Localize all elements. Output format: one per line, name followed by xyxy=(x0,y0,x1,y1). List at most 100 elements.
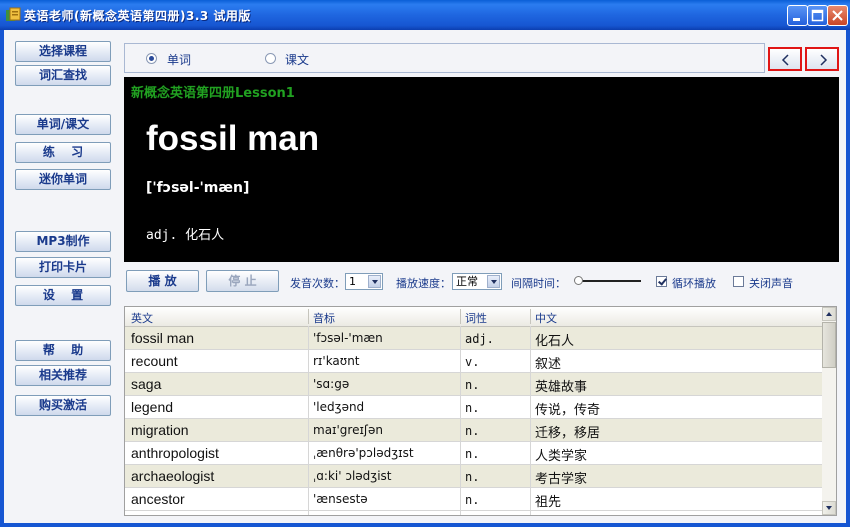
help-button[interactable]: 帮 助 xyxy=(15,340,111,361)
title-bar[interactable]: 英语老师(新概念英语第四册)3.3 试用版 xyxy=(0,0,850,30)
header-divider[interactable] xyxy=(308,309,309,324)
table-scrollbar[interactable] xyxy=(822,307,836,515)
header-chinese[interactable]: 中文 xyxy=(535,310,557,326)
row-chinese: 考古学家 xyxy=(535,472,588,487)
mute-checkbox[interactable] xyxy=(733,276,744,287)
text-mode-radio[interactable] xyxy=(265,53,276,64)
window-frame-bottom xyxy=(0,523,850,527)
select-course-button[interactable]: 选择课程 xyxy=(15,41,111,62)
header-phonetic[interactable]: 音标 xyxy=(313,310,335,326)
current-meaning: adj. 化石人 xyxy=(146,228,225,243)
mp3-make-button[interactable]: MP3制作 xyxy=(15,231,111,252)
practice-button[interactable]: 练 习 xyxy=(15,142,111,163)
loop-label[interactable]: 循环播放 xyxy=(672,275,716,291)
interval-slider-knob[interactable] xyxy=(574,276,583,285)
chevron-down-icon[interactable] xyxy=(368,275,381,288)
row-pos: n. xyxy=(465,378,480,392)
row-english: migration xyxy=(131,422,189,438)
speed-value: 正常 xyxy=(456,275,478,288)
header-english[interactable]: 英文 xyxy=(131,310,153,326)
window-title: 英语老师(新概念英语第四册)3.3 试用版 xyxy=(24,9,251,23)
header-pos[interactable]: 词性 xyxy=(465,310,487,326)
arrow-up-icon xyxy=(826,312,832,316)
repeat-count-label: 发音次数： xyxy=(290,277,345,290)
word-text-button[interactable]: 单词/课文 xyxy=(15,114,111,135)
close-button[interactable] xyxy=(827,5,848,26)
mute-label[interactable]: 关闭声音 xyxy=(749,275,793,291)
row-english: anthropologist xyxy=(131,445,219,461)
column-divider xyxy=(460,326,461,515)
row-chinese: 传说，传奇 xyxy=(535,403,601,418)
prev-button[interactable] xyxy=(768,47,802,71)
word-table: 英文 音标 词性 中文 fossil man 'fɔsəl-'mæn adj. … xyxy=(124,306,837,516)
loop-checkbox[interactable] xyxy=(656,276,667,287)
settings-button[interactable]: 设 置 xyxy=(15,285,111,306)
arrow-down-icon xyxy=(826,506,832,510)
row-pos: n. xyxy=(465,447,480,461)
purchase-activate-button[interactable]: 购买激活 xyxy=(15,395,111,416)
mode-selector: 单词 课文 xyxy=(124,43,765,73)
row-phonetic: ˌɑ:ki' ɔlədʒist xyxy=(313,469,392,483)
row-phonetic: 'ænsestə xyxy=(313,492,368,506)
row-phonetic: 'sɑ:gə xyxy=(313,377,350,391)
row-pos: v. xyxy=(465,355,480,369)
scroll-down-button[interactable] xyxy=(822,501,836,515)
app-window: 英语老师(新概念英语第四册)3.3 试用版 选择课程 词汇查找 单词/课文 练 … xyxy=(0,0,850,527)
table-header: 英文 音标 词性 中文 xyxy=(125,307,822,327)
maximize-icon xyxy=(811,9,824,22)
table-row[interactable]: ancestor 'ænsestə n. 祖先 xyxy=(125,488,822,511)
scrollbar-thumb[interactable] xyxy=(822,322,836,368)
word-mode-label[interactable]: 单词 xyxy=(167,51,191,68)
table-row[interactable]: archaeologist ˌɑ:ki' ɔlədʒist n. 考古学家 xyxy=(125,465,822,488)
row-phonetic: 'fɔsəl-'mæn xyxy=(313,331,383,345)
header-divider[interactable] xyxy=(460,309,461,324)
stop-button[interactable]: 停 止 xyxy=(206,270,279,292)
repeat-count-select[interactable]: 1 xyxy=(345,273,383,290)
row-pos: adj. xyxy=(465,332,494,346)
table-row[interactable]: fossil man 'fɔsəl-'mæn adj. 化石人 xyxy=(125,327,822,350)
row-pos: n. xyxy=(465,401,480,415)
text-mode-label[interactable]: 课文 xyxy=(285,51,309,68)
table-row[interactable]: legend 'ledʒənd n. 传说，传奇 xyxy=(125,396,822,419)
current-word: fossil man xyxy=(146,119,320,158)
word-mode-radio[interactable] xyxy=(146,53,157,64)
scroll-up-button[interactable] xyxy=(822,307,836,321)
row-chinese: 迁移，移居 xyxy=(535,426,601,441)
column-divider xyxy=(308,326,309,515)
row-phonetic: maɪ'greɪʃən xyxy=(313,423,383,437)
row-pos: n. xyxy=(465,493,480,507)
row-english: legend xyxy=(131,399,174,415)
vocab-search-button[interactable]: 词汇查找 xyxy=(15,65,111,86)
interval-slider-track[interactable] xyxy=(582,280,641,282)
table-row[interactable]: recount rɪ'kaʊnt v. 叙述 xyxy=(125,350,822,373)
table-row[interactable]: saga 'sɑ:gə n. 英雄故事 xyxy=(125,373,822,396)
row-chinese: 祖先 xyxy=(535,495,562,510)
chevron-right-icon xyxy=(820,54,828,66)
mini-word-button[interactable]: 迷你单词 xyxy=(15,169,111,190)
row-english: recount xyxy=(131,353,178,369)
play-button[interactable]: 播 放 xyxy=(126,270,199,292)
window-frame-right xyxy=(846,30,850,527)
lesson-title: 新概念英语第四册Lesson1 xyxy=(131,86,295,101)
table-row[interactable]: migration maɪ'greɪʃən n. 迁移，移居 xyxy=(125,419,822,442)
next-button[interactable] xyxy=(805,47,839,71)
minimize-icon xyxy=(793,18,800,21)
recommend-button[interactable]: 相关推荐 xyxy=(15,365,111,386)
repeat-count-value: 1 xyxy=(349,275,356,288)
row-english: ancestor xyxy=(131,491,185,507)
row-chinese: 化石人 xyxy=(535,334,575,349)
chevron-left-icon xyxy=(781,54,789,66)
row-english: saga xyxy=(131,376,162,392)
header-divider[interactable] xyxy=(530,309,531,324)
client-area: 选择课程 词汇查找 单词/课文 练 习 迷你单词 MP3制作 打印卡片 设 置 … xyxy=(4,30,846,523)
table-row[interactable]: anthropologist ˌænθrə'pɔlədʒɪst n. 人类学家 xyxy=(125,442,822,465)
row-phonetic: 'ledʒənd xyxy=(313,400,365,414)
row-pos: n. xyxy=(465,470,480,484)
speed-select[interactable]: 正常 xyxy=(452,273,502,290)
speed-label: 播放速度： xyxy=(396,277,451,290)
print-card-button[interactable]: 打印卡片 xyxy=(15,257,111,278)
chevron-down-icon[interactable] xyxy=(487,275,500,288)
maximize-button[interactable] xyxy=(807,5,828,26)
row-chinese: 人类学家 xyxy=(535,449,588,464)
minimize-button[interactable] xyxy=(787,5,808,26)
